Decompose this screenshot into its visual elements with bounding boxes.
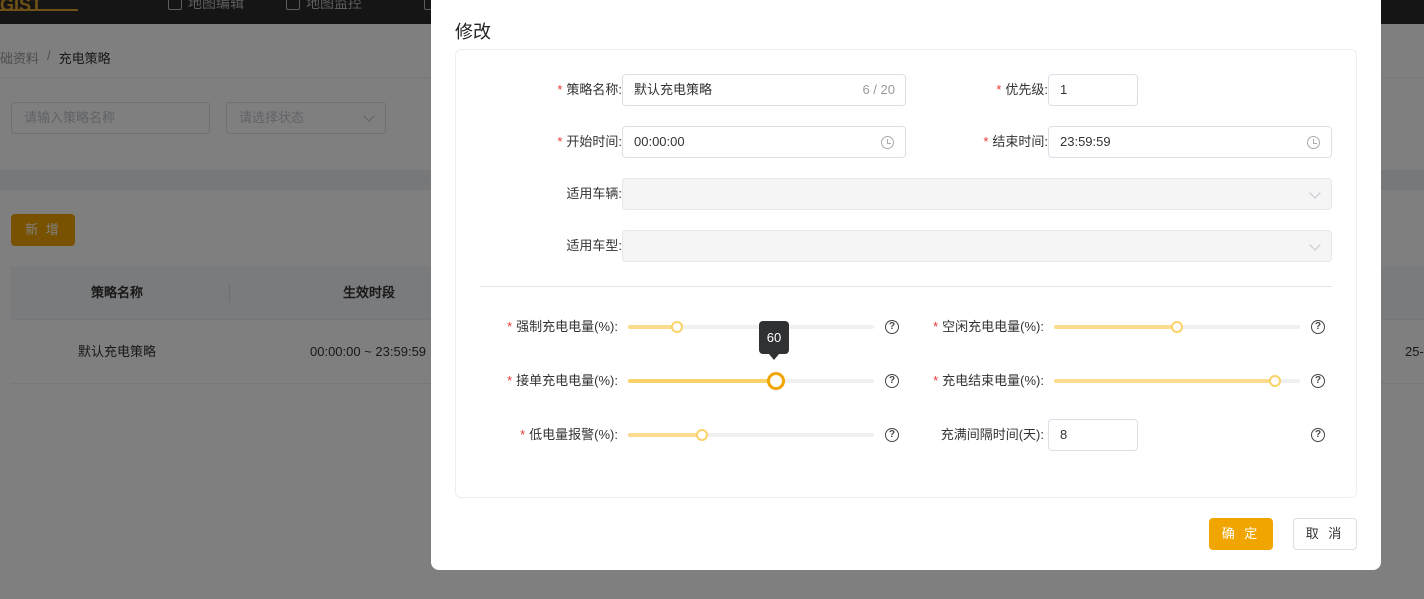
force-charge-slider[interactable] bbox=[628, 319, 874, 335]
help-icon[interactable]: ? bbox=[885, 428, 899, 442]
full-interval-label: 充满间隔时间(天): bbox=[940, 427, 1044, 442]
slider-handle[interactable] bbox=[1269, 375, 1281, 387]
clock-icon bbox=[881, 136, 894, 149]
required-mark: * bbox=[996, 82, 1002, 97]
force-charge-label: * 强制充电电量(%): bbox=[507, 319, 618, 334]
cancel-button[interactable]: 取 消 bbox=[1293, 518, 1357, 550]
help-icon[interactable]: ? bbox=[1311, 374, 1325, 388]
slider-value-tooltip: 60 bbox=[759, 321, 789, 360]
start-time-label: * 开始时间: bbox=[557, 134, 622, 149]
chevron-down-icon bbox=[1309, 239, 1321, 251]
end-time-label: * 结束时间: bbox=[983, 134, 1048, 149]
required-mark: * bbox=[507, 373, 513, 388]
vehicles-select[interactable] bbox=[622, 178, 1332, 210]
low-battery-alarm-label: * 低电量报警(%): bbox=[520, 427, 618, 442]
priority-value: 1 bbox=[1060, 82, 1068, 97]
char-counter: 6 / 20 bbox=[862, 82, 895, 97]
help-icon[interactable]: ? bbox=[885, 374, 899, 388]
slider-fill bbox=[628, 325, 677, 329]
required-mark: * bbox=[557, 134, 563, 149]
full-interval-value: 8 bbox=[1060, 427, 1068, 442]
slider-fill bbox=[1054, 325, 1177, 329]
start-time-value: 00:00:00 bbox=[634, 134, 685, 149]
required-mark: * bbox=[520, 427, 526, 442]
vehicle-types-label: 适用车型: bbox=[566, 238, 622, 253]
charge-end-label: * 充电结束电量(%): bbox=[933, 373, 1044, 388]
idle-charge-slider[interactable] bbox=[1054, 319, 1300, 335]
end-time-picker[interactable]: 23:59:59 bbox=[1048, 126, 1332, 158]
dialog-title: 修改 bbox=[455, 22, 491, 42]
slider-fill bbox=[628, 379, 776, 383]
form-divider bbox=[480, 286, 1332, 287]
clock-icon bbox=[1307, 136, 1320, 149]
slider-handle[interactable] bbox=[671, 321, 683, 333]
required-mark: * bbox=[507, 319, 513, 334]
strategy-name-value: 默认充电策略 bbox=[634, 82, 713, 97]
slider-handle[interactable] bbox=[767, 372, 785, 390]
required-mark: * bbox=[557, 82, 563, 97]
required-mark: * bbox=[983, 134, 989, 149]
confirm-button[interactable]: 确 定 bbox=[1209, 518, 1273, 550]
vehicles-label: 适用车辆: bbox=[566, 186, 622, 201]
vehicle-types-select[interactable] bbox=[622, 230, 1332, 262]
dialog-form: * 策略名称: 默认充电策略 6 / 20 * 优先级: 1 * 开始时间: 00:0… bbox=[455, 49, 1357, 498]
start-time-picker[interactable]: 00:00:00 bbox=[622, 126, 906, 158]
edit-dialog: 修改 * 策略名称: 默认充电策略 6 / 20 * 优先级: 1 * 开始时间: 0… bbox=[431, 0, 1381, 570]
order-charge-label: * 接单充电电量(%): bbox=[507, 373, 618, 388]
slider-fill bbox=[628, 433, 702, 437]
slider-handle[interactable] bbox=[696, 429, 708, 441]
idle-charge-label: * 空闲充电电量(%): bbox=[933, 319, 1044, 334]
help-icon[interactable]: ? bbox=[1311, 428, 1325, 442]
order-charge-slider[interactable] bbox=[628, 372, 874, 390]
required-mark: * bbox=[933, 373, 939, 388]
full-interval-input[interactable]: 8 bbox=[1048, 419, 1138, 451]
required-mark: * bbox=[933, 319, 939, 334]
slider-handle[interactable] bbox=[1171, 321, 1183, 333]
help-icon[interactable]: ? bbox=[885, 320, 899, 334]
priority-label: * 优先级: bbox=[996, 82, 1048, 97]
priority-input[interactable]: 1 bbox=[1048, 74, 1138, 106]
slider-fill bbox=[1054, 379, 1275, 383]
low-battery-alarm-slider[interactable] bbox=[628, 427, 874, 443]
strategy-name-input[interactable]: 默认充电策略 6 / 20 bbox=[622, 74, 906, 106]
chevron-down-icon bbox=[1309, 187, 1321, 199]
charge-end-slider[interactable] bbox=[1054, 373, 1300, 389]
end-time-value: 23:59:59 bbox=[1060, 134, 1111, 149]
strategy-name-label: * 策略名称: bbox=[557, 82, 622, 97]
help-icon[interactable]: ? bbox=[1311, 320, 1325, 334]
